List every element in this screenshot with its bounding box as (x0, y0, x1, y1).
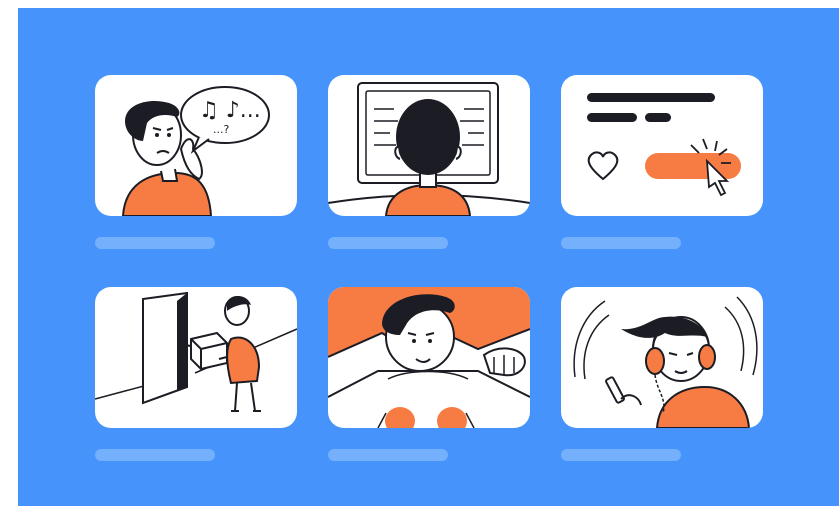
card-like-click[interactable] (561, 75, 763, 216)
heart-icon (587, 151, 619, 181)
card-confused-music[interactable]: ♫ ♪... ...? (95, 75, 297, 216)
question-dots-text: ...? (213, 123, 229, 136)
caption-placeholder-6 (561, 449, 681, 461)
confused-by-music-illustration: ♫ ♪... ...? (121, 86, 270, 216)
illustration-canvas: ♫ ♪... ...? (18, 8, 839, 506)
person-at-computer-illustration (328, 82, 530, 216)
card-computer[interactable] (328, 75, 530, 216)
sitting-at-desk-illustration (328, 287, 530, 428)
package-delivery-illustration (95, 291, 297, 412)
headphones-icon (645, 347, 665, 375)
caption-placeholder-2 (328, 237, 448, 249)
listening-headphones-illustration (573, 296, 758, 428)
card-desk[interactable] (328, 287, 530, 428)
caption-placeholder-5 (328, 449, 448, 461)
card-headphones[interactable] (561, 287, 763, 428)
caption-placeholder-1 (95, 237, 215, 249)
caption-placeholder-4 (95, 449, 215, 461)
music-notes-text: ♫ ♪... (199, 98, 261, 123)
package-icon (190, 331, 228, 371)
caption-placeholder-3 (561, 237, 681, 249)
card-delivery[interactable] (95, 287, 297, 428)
like-button-click-illustration (587, 93, 741, 197)
